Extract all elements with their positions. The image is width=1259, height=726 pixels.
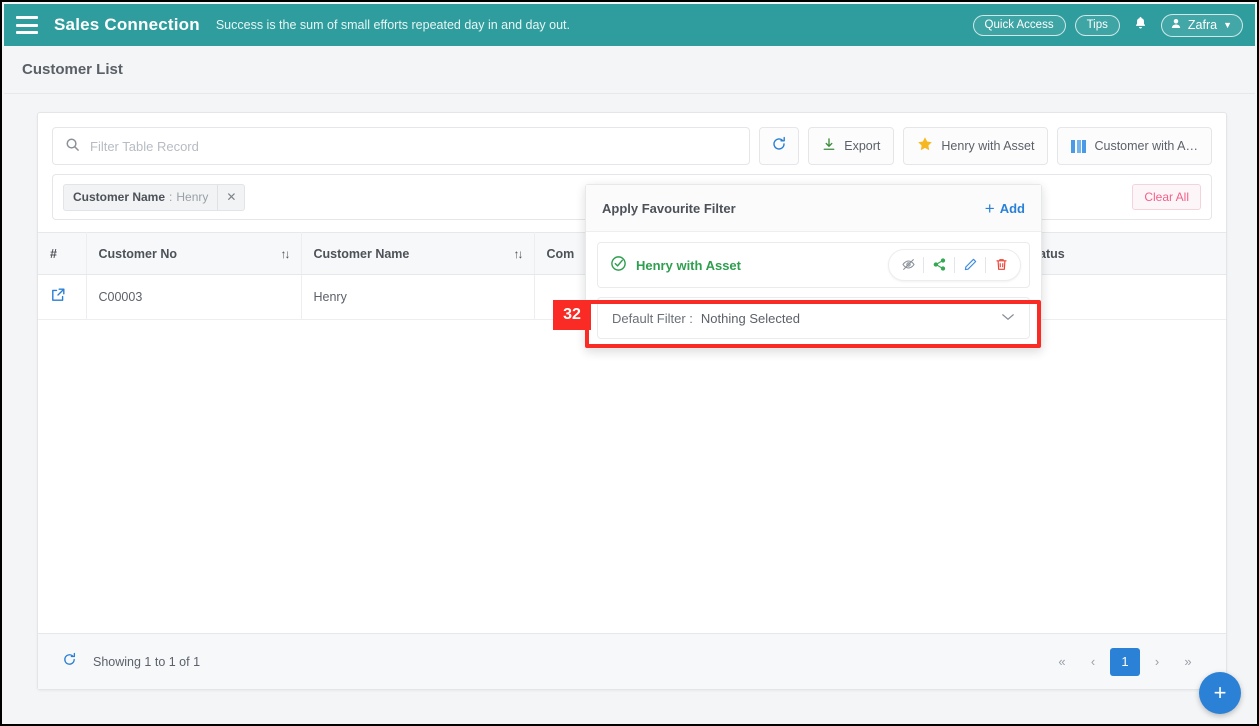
pagination-prev[interactable]: ‹ (1079, 648, 1107, 676)
edit-icon[interactable] (955, 257, 985, 274)
pagination-page-1[interactable]: 1 (1110, 647, 1140, 676)
filter-chip-separator: : (169, 190, 173, 204)
annotation-step-badge: 32 (553, 300, 591, 330)
app-window: Sales Connection Success is the sum of s… (0, 0, 1259, 726)
add-favourite-filter-button[interactable]: + Add (985, 200, 1025, 217)
add-favourite-filter-label: Add (999, 200, 1025, 216)
cell-status (1014, 274, 1226, 320)
apply-favourite-filter-popup: Apply Favourite Filter + Add Henry with … (585, 184, 1042, 349)
column-header-customer-name-label: Customer Name (313, 246, 410, 261)
plus-icon: + (1213, 680, 1227, 705)
cell-customer-no: C00003 (86, 274, 302, 320)
column-header-company-label: Com (546, 246, 575, 261)
footer-refresh-icon[interactable] (62, 652, 77, 671)
chevron-down-icon (1001, 311, 1015, 325)
pagination-next[interactable]: › (1143, 648, 1171, 676)
pagination-last[interactable]: » (1174, 648, 1202, 676)
favourite-filter-label: Henry with Asset (941, 139, 1035, 153)
favourite-filter-item[interactable]: Henry with Asset (597, 242, 1030, 288)
sort-icon[interactable]: ↑↓ (281, 247, 291, 261)
delete-icon[interactable] (986, 257, 1016, 274)
tips-button[interactable]: Tips (1074, 14, 1120, 36)
hamburger-menu-icon[interactable] (16, 16, 38, 34)
search-input[interactable] (90, 138, 738, 154)
brand-title: Sales Connection (54, 15, 200, 34)
clear-all-button[interactable]: Clear All (1132, 184, 1201, 210)
sort-icon[interactable]: ↑↓ (514, 247, 524, 261)
brand-tagline: Success is the sum of small efforts repe… (215, 18, 570, 32)
star-icon (917, 136, 933, 157)
filter-chip-remove-icon[interactable]: ✕ (217, 184, 244, 210)
favourite-filter-item-name: Henry with Asset (636, 257, 741, 273)
plus-icon: + (984, 198, 995, 218)
favourite-filter-actions (888, 249, 1021, 281)
filter-chip[interactable]: Customer Name : Henry ✕ (63, 183, 246, 211)
search-icon (65, 137, 80, 156)
columns-icon (1071, 139, 1087, 153)
page-header: Customer List (4, 46, 1255, 94)
top-navigation-actions: Quick Access Tips Zafra ▼ (972, 13, 1243, 37)
search-box[interactable] (52, 127, 751, 165)
notification-bell-icon[interactable] (1129, 15, 1152, 35)
check-circle-icon (610, 255, 627, 276)
pagination: « ‹ 1 › » (1048, 647, 1202, 676)
refresh-button[interactable] (759, 127, 800, 165)
cell-customer-name: Henry (301, 274, 535, 320)
favourite-popup-title: Apply Favourite Filter (602, 200, 736, 216)
add-record-fab[interactable]: + (1199, 672, 1241, 714)
download-icon (822, 137, 836, 155)
user-avatar-icon (1170, 17, 1182, 33)
default-filter-label: Default Filter : (612, 310, 693, 326)
open-record-icon[interactable] (50, 287, 66, 307)
pagination-first[interactable]: « (1048, 648, 1076, 676)
default-filter-select[interactable]: Default Filter : Nothing Selected (597, 297, 1030, 339)
filter-chip-key: Customer Name (73, 190, 166, 204)
page-title: Customer List (22, 61, 123, 78)
export-label: Export (844, 139, 881, 153)
export-button[interactable]: Export (808, 127, 895, 165)
user-menu[interactable]: Zafra ▼ (1160, 13, 1243, 37)
default-filter-value: Nothing Selected (700, 310, 800, 326)
column-header-customer-name[interactable]: Customer Name ↑↓ (301, 232, 535, 275)
row-open-cell (38, 274, 87, 320)
column-chooser-label: Customer with A… (1094, 139, 1198, 153)
table-toolbar: Export Henry with Asset Customer with A… (38, 113, 1226, 165)
records-showing-label: Showing 1 to 1 of 1 (93, 654, 201, 669)
column-header-index-label: # (50, 246, 57, 261)
quick-access-button[interactable]: Quick Access (972, 14, 1066, 36)
user-name-label: Zafra (1187, 17, 1218, 32)
column-header-index: # (38, 232, 87, 275)
table-footer: Showing 1 to 1 of 1 « ‹ 1 › » (38, 633, 1226, 689)
column-header-customer-no-label: Customer No (98, 246, 177, 261)
column-header-status[interactable]: Status (1014, 232, 1226, 275)
chevron-down-icon: ▼ (1223, 19, 1232, 30)
column-chooser-button[interactable]: Customer with A… (1057, 127, 1212, 165)
refresh-icon (771, 136, 787, 157)
column-header-customer-no[interactable]: Customer No ↑↓ (86, 232, 302, 275)
filter-chip-value: Henry (176, 190, 209, 204)
favourite-popup-header: Apply Favourite Filter + Add (586, 185, 1041, 232)
top-navigation-bar: Sales Connection Success is the sum of s… (4, 4, 1255, 46)
hide-icon[interactable] (893, 257, 923, 274)
favourite-filter-button[interactable]: Henry with Asset (903, 127, 1049, 165)
share-icon[interactable] (924, 257, 954, 274)
